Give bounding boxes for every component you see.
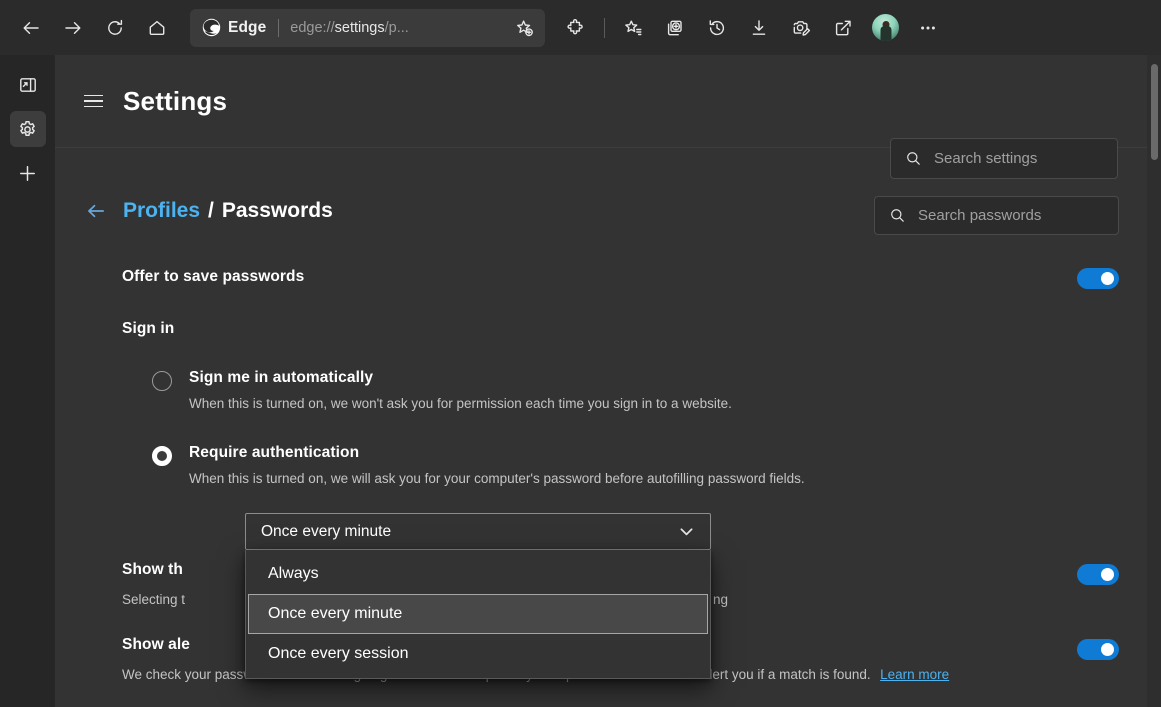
passwords-content: Profiles / Passwords Offer to save passw… <box>55 148 1161 707</box>
back-to-profiles-button[interactable] <box>83 198 109 224</box>
sidebar-toggle-icon[interactable] <box>10 67 46 103</box>
offer-to-save-row: Offer to save passwords <box>55 268 1161 286</box>
more-settings-icon[interactable] <box>907 9 949 47</box>
avatar-body <box>880 26 891 41</box>
forward-button[interactable] <box>52 9 94 47</box>
auth-frequency-select[interactable]: Once every minute <box>245 513 711 550</box>
address-divider <box>278 19 279 37</box>
auth-frequency-dropdown: Always Once every minute Once every sess… <box>245 550 711 679</box>
sign-me-in-automatically-description: When this is turned on, we won't ask you… <box>189 395 732 413</box>
main-menu-icon[interactable] <box>75 83 111 119</box>
profile-avatar[interactable] <box>872 14 899 41</box>
sign-in-heading: Sign in <box>122 320 174 338</box>
dropdown-option-always[interactable]: Always <box>248 554 708 594</box>
dropdown-option-once-every-minute[interactable]: Once every minute <box>248 594 708 634</box>
toolbar-divider <box>604 18 605 38</box>
search-passwords-input[interactable] <box>918 197 1118 234</box>
show-reveal-password-description: Selecting t <box>122 591 185 609</box>
sign-me-in-automatically-radio[interactable] <box>152 371 172 391</box>
require-authentication-option[interactable]: Require authentication When this is turn… <box>55 446 1161 488</box>
page-title: Settings <box>123 86 227 117</box>
require-authentication-radio[interactable] <box>152 446 172 466</box>
require-authentication-label: Require authentication <box>189 444 805 462</box>
auth-frequency-selected-value: Once every minute <box>261 523 391 541</box>
page-scrollbar-thumb[interactable] <box>1151 64 1158 160</box>
toggle-knob <box>1101 643 1114 656</box>
favorites-icon[interactable] <box>612 9 654 47</box>
sign-me-in-automatically-option[interactable]: Sign me in automatically When this is tu… <box>55 371 1161 413</box>
address-app-label: Edge <box>228 19 266 37</box>
add-button[interactable] <box>10 155 46 191</box>
add-favorite-icon[interactable] <box>509 13 539 43</box>
downloads-icon[interactable] <box>738 9 780 47</box>
refresh-button[interactable] <box>94 9 136 47</box>
gear-icon <box>17 119 38 140</box>
home-button[interactable] <box>136 9 178 47</box>
address-bar[interactable]: Edge edge://settings/p... <box>190 9 545 47</box>
breadcrumb-profiles-link[interactable]: Profiles <box>123 199 200 223</box>
search-icon <box>889 207 906 224</box>
learn-more-link[interactable]: Learn more <box>880 667 949 682</box>
plus-icon <box>17 163 38 184</box>
address-url: edge://settings/p... <box>290 20 509 36</box>
collections-icon[interactable] <box>654 9 696 47</box>
breadcrumb-current: Passwords <box>222 199 333 223</box>
settings-header: Settings <box>55 55 1161 148</box>
show-alerts-toggle[interactable] <box>1077 639 1119 660</box>
toggle-knob <box>1101 568 1114 581</box>
sign-me-in-automatically-label: Sign me in automatically <box>189 369 732 387</box>
show-reveal-password-label: Show th <box>122 561 183 579</box>
share-icon[interactable] <box>822 9 864 47</box>
show-alerts-label: Show ale <box>122 636 190 654</box>
toggle-knob <box>1101 272 1114 285</box>
extensions-icon[interactable] <box>555 9 597 47</box>
require-authentication-description: When this is turned on, we will ask you … <box>189 470 805 488</box>
chevron-down-icon <box>677 522 696 541</box>
settings-page: Settings Profiles / Passwords Offer to <box>55 55 1161 707</box>
breadcrumb: Profiles / Passwords <box>83 198 333 224</box>
edge-logo-icon <box>202 18 221 37</box>
search-passwords-field[interactable] <box>874 196 1119 235</box>
navigation-buttons <box>0 9 178 47</box>
app-rail <box>0 55 55 707</box>
sidebar-item-settings[interactable] <box>10 111 46 147</box>
breadcrumb-separator: / <box>208 199 214 223</box>
dropdown-option-once-every-session[interactable]: Once every session <box>248 634 708 674</box>
browser-toolbar: Edge edge://settings/p... <box>0 0 1161 55</box>
back-button[interactable] <box>10 9 52 47</box>
sign-in-section-heading: Sign in <box>55 320 1161 338</box>
offer-to-save-toggle[interactable] <box>1077 268 1119 289</box>
offer-to-save-label: Offer to save passwords <box>122 268 304 286</box>
show-reveal-password-description-tail: ng <box>713 591 728 609</box>
show-reveal-password-toggle[interactable] <box>1077 564 1119 585</box>
browser-actions <box>555 9 949 47</box>
history-icon[interactable] <box>696 9 738 47</box>
screenshot-icon[interactable] <box>780 9 822 47</box>
